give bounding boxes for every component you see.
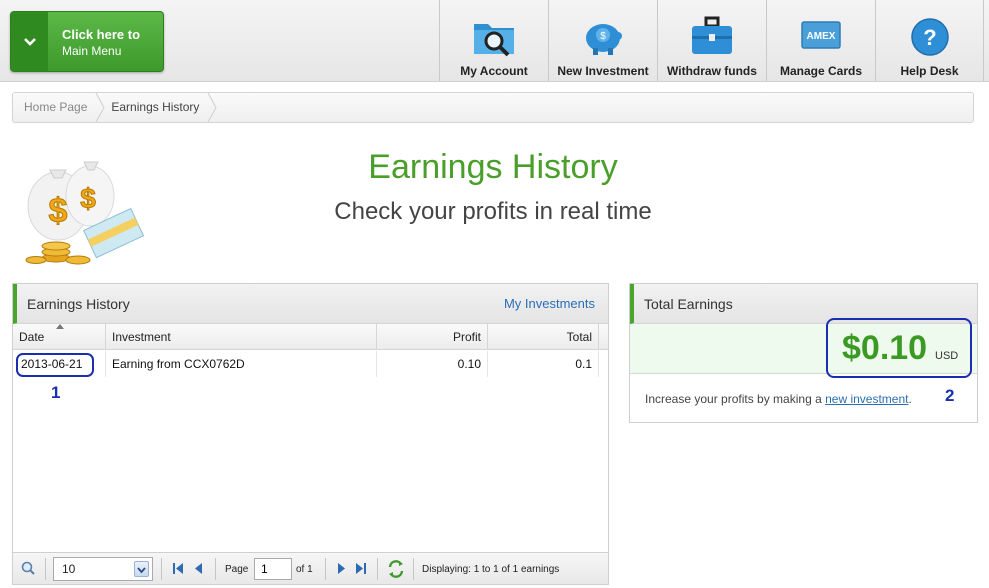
nav-new-investment[interactable]: $ New Investment xyxy=(548,0,657,81)
breadcrumb-separator-icon xyxy=(207,93,217,122)
toolbar-divider xyxy=(45,558,46,580)
toolbar-divider xyxy=(377,558,378,580)
toolbar-divider xyxy=(215,558,216,580)
panel-title: Earnings History xyxy=(27,296,130,312)
main-menu-line2: Main Menu xyxy=(62,44,122,58)
column-header-investment[interactable]: Investment xyxy=(106,324,377,350)
page-size-value: 10 xyxy=(62,562,76,576)
page-subtitle: Check your profits in real time xyxy=(334,198,652,225)
toolbar-divider xyxy=(161,558,162,580)
next-page-icon[interactable] xyxy=(335,553,347,585)
previous-page-icon[interactable] xyxy=(193,553,205,585)
help-icon: ? xyxy=(910,18,949,56)
first-page-icon[interactable] xyxy=(171,553,185,585)
new-investment-link[interactable]: new investment xyxy=(825,392,908,406)
svg-text:$: $ xyxy=(80,183,96,214)
column-header-profit[interactable]: Profit xyxy=(377,324,488,350)
cell-total: 0.1 xyxy=(488,351,599,377)
credit-card-icon: AMEX xyxy=(801,21,841,49)
briefcase-icon xyxy=(692,16,732,54)
svg-text:$: $ xyxy=(49,192,68,230)
total-earnings-panel: Total Earnings $0.10 USD Increase your p… xyxy=(629,283,978,423)
page-count-label: of 1 xyxy=(296,563,313,575)
increase-profits-note: Increase your profits by making a new in… xyxy=(645,392,912,406)
my-investments-link[interactable]: My Investments xyxy=(504,296,595,311)
note-text: Increase your profits by making a xyxy=(645,392,826,406)
toolbar-divider xyxy=(413,558,414,580)
pagination-status: Displaying: 1 to 1 of 1 earnings xyxy=(422,563,560,575)
nav-label: New Investment xyxy=(557,64,649,78)
grid-header: Date Investment Profit Total xyxy=(13,324,608,350)
help-glyph: ? xyxy=(923,25,936,50)
nav-label: Help Desk xyxy=(900,64,959,78)
column-header-total[interactable]: Total xyxy=(488,324,599,350)
breadcrumb: Home Page Earnings History xyxy=(12,92,974,123)
nav-help-desk[interactable]: ? Help Desk xyxy=(875,0,984,81)
main-menu-line1: Click here to xyxy=(62,27,141,42)
column-header-label: Investment xyxy=(112,330,171,344)
annotation-highlight-ring xyxy=(826,318,972,378)
sort-ascending-icon xyxy=(56,324,64,329)
chevron-down-icon xyxy=(134,561,149,577)
annotation-number: 2 xyxy=(945,386,955,405)
page: Click here to Main Menu My Account $ New… xyxy=(0,0,989,588)
nav-my-account[interactable]: My Account xyxy=(439,0,548,81)
card-brand-text: AMEX xyxy=(807,31,836,42)
total-earnings-band: $0.10 USD xyxy=(630,318,977,378)
nav-label: Withdraw funds xyxy=(667,64,757,78)
money-bags-illustration: $ $ xyxy=(25,161,145,265)
earnings-history-panel: Earnings History My Investments Date Inv… xyxy=(12,283,609,585)
nav-label: Manage Cards xyxy=(779,64,863,78)
page-input-wrap xyxy=(254,553,292,585)
svg-text:$: $ xyxy=(600,31,606,42)
nav-manage-cards[interactable]: AMEX Manage Cards xyxy=(766,0,875,81)
cell-investment: Earning from CCX0762D xyxy=(106,351,377,377)
toolbar-divider xyxy=(325,558,326,580)
nav-withdraw-funds[interactable]: Withdraw funds xyxy=(657,0,766,81)
cell-profit: 0.10 xyxy=(377,351,488,377)
page-label: Page xyxy=(225,563,249,575)
page-number-input[interactable] xyxy=(254,558,292,580)
search-icon[interactable] xyxy=(20,553,36,585)
top-nav: My Account $ New Investment Withdraw fun… xyxy=(439,0,984,81)
table-row[interactable]: 2013-06-21 Earning from CCX0762D 0.10 0.… xyxy=(13,351,608,377)
pagination-toolbar: 10 Page of 1 xyxy=(13,552,608,584)
top-bar: Click here to Main Menu My Account $ New… xyxy=(0,0,989,82)
last-page-icon[interactable] xyxy=(354,553,368,585)
magnifier-folder-icon xyxy=(474,24,514,57)
breadcrumb-home[interactable]: Home Page xyxy=(13,93,105,122)
panel-title: Total Earnings xyxy=(644,296,733,312)
piggy-bank-icon: $ xyxy=(586,24,622,55)
column-header-date[interactable]: Date xyxy=(13,324,106,350)
note-suffix: . xyxy=(908,392,912,406)
chevron-down-icon xyxy=(11,12,48,71)
column-header-label: Profit xyxy=(452,330,481,344)
panel-header: Earnings History My Investments xyxy=(13,284,608,324)
page-size-select[interactable]: 10 xyxy=(53,557,153,581)
annotation-highlight-ring xyxy=(16,353,94,377)
page-title: Earnings History xyxy=(368,148,618,186)
annotation-number: 1 xyxy=(51,383,61,402)
breadcrumb-label: Earnings History xyxy=(111,100,200,114)
refresh-icon[interactable] xyxy=(387,553,405,585)
nav-label: My Account xyxy=(460,64,528,78)
main-menu-button[interactable]: Click here to Main Menu xyxy=(10,11,164,72)
column-header-label: Date xyxy=(19,330,45,344)
breadcrumb-current: Earnings History xyxy=(100,93,217,122)
breadcrumb-label: Home Page xyxy=(24,100,88,114)
column-header-label: Total xyxy=(566,330,592,344)
